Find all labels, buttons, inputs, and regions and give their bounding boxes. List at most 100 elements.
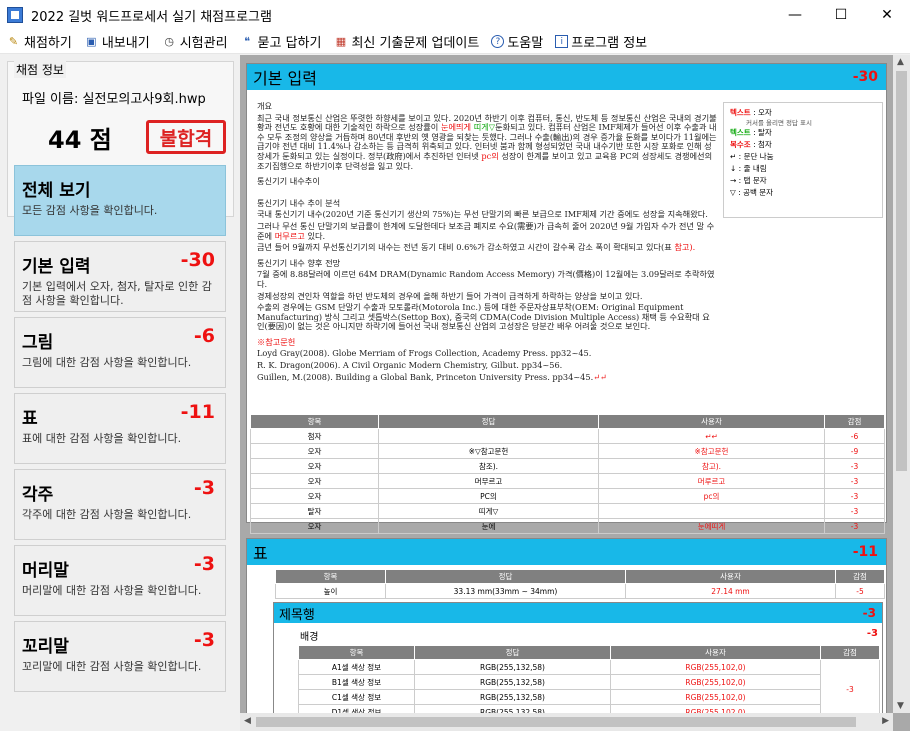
- category-title: 각주: [22, 485, 54, 505]
- window-title: 2022 길벗 워드프로세서 실기 채점프로그램: [31, 9, 272, 25]
- menu-exam-manage[interactable]: ◷ 시험관리: [156, 30, 234, 54]
- table-row: A1셀 색상 정보 RGB(255,132,58) RGB(255,102,0) -3: [298, 659, 880, 720]
- doc-paragraph: Loyd Gray(2008). Globe Merriam of Frogs …: [257, 348, 592, 359]
- doc-paragraph: 경제성장의 견인차 역할을 하던 반도체의 경우에 올해 하반기 들어 가격이 …: [257, 290, 643, 301]
- category-desc: 각주에 대한 감점 사항을 확인합니다.: [22, 508, 192, 521]
- vertical-scrollbar[interactable]: ▲ ▼: [893, 55, 910, 713]
- card-score: -30: [852, 69, 878, 85]
- table-header: 감점: [820, 645, 880, 660]
- section-score: -3: [866, 628, 878, 639]
- menu-help[interactable]: ? 도움말: [485, 30, 549, 54]
- table-row: 탈자 띠게▽ -3: [250, 503, 885, 519]
- omission-mark[interactable]: 띠게▽: [474, 122, 495, 132]
- legend-paragraph: ↵ : 문단 나눔: [730, 152, 774, 161]
- category-score: -3: [193, 629, 215, 651]
- table-row: 첨자 ↵↵ -6: [250, 428, 885, 444]
- doc-paragraph: 통신기기 내수 향후 전망: [257, 257, 341, 268]
- menu-label: 프로그램 정보: [571, 36, 648, 51]
- menu-qna[interactable]: ❝ 묻고 답하기: [234, 30, 328, 54]
- menu-label: 채점하기: [24, 36, 72, 51]
- doc-paragraph: 국내 통신기기 내수(2020년 기준 통신기기 생산의 75%)는 무선 단말…: [257, 209, 708, 220]
- title-row-subcard: 제목행 -3 배경 -3 항목 정답 사용자 감점 A1셀 색상 정보 RGB(2…: [273, 602, 883, 731]
- category-desc: 머리말에 대한 감점 사항을 확인합니다.: [22, 584, 202, 597]
- table-header-row: 항목 정답 사용자 감점: [275, 569, 885, 584]
- subcard-score: -3: [862, 606, 876, 620]
- category-desc: 그림에 대한 감점 사항을 확인합니다.: [22, 356, 192, 369]
- gift-icon: ▦: [335, 35, 347, 48]
- table-header: 정답: [378, 414, 599, 429]
- menu-grade[interactable]: ✎ 채점하기: [0, 30, 78, 54]
- menu-about[interactable]: i 프로그램 정보: [549, 30, 653, 54]
- info-icon: i: [555, 35, 569, 48]
- category-basic-input[interactable]: 기본 입력 -30 기본 입력에서 오자, 첨자, 탈자로 인한 감점 사항을 …: [14, 241, 226, 312]
- menu-label: 최신 기출문제 업데이트: [351, 36, 480, 51]
- doc-paragraph[interactable]: ※참고문헌: [257, 337, 717, 348]
- category-title: 머리말: [22, 561, 69, 581]
- save-icon: ▣: [86, 35, 97, 48]
- scroll-down-icon[interactable]: ▼: [897, 701, 904, 711]
- scroll-up-icon[interactable]: ▲: [897, 57, 904, 67]
- close-icon[interactable]: ✕: [864, 0, 910, 30]
- doc-paragraph: 통신기기 내수추이: [257, 176, 320, 187]
- category-footnote[interactable]: 각주 -3 각주에 대한 감점 사항을 확인합니다.: [14, 469, 226, 540]
- table-header: 사용자: [610, 645, 821, 660]
- doc-paragraph: 금년 들어 9월까지 무선통신기기의 내수는 전년 동기 대비 0.6%가 감소…: [257, 242, 717, 253]
- title-bar: 2022 길벗 워드프로세서 실기 채점프로그램 — ☐ ✕: [0, 0, 910, 30]
- legend-box: 텍스트 : 오자 커서를 올리면 정답 표시 텍스트 : 탈자 복수조 : 첨자…: [723, 102, 883, 218]
- menu-label: 내보내기: [101, 36, 150, 51]
- category-table[interactable]: 표 -11 표에 대한 감점 사항을 확인합니다.: [14, 393, 226, 464]
- table-header: 사용자: [598, 414, 825, 429]
- table-row: 오자 PC의 pc의 -3: [250, 488, 885, 504]
- table-header: 항목: [298, 645, 415, 660]
- table-header: 감점: [824, 414, 885, 429]
- scroll-left-icon[interactable]: ◀: [244, 716, 251, 726]
- left-panel: 채점 정보 파일 이름: 실전모의고사9회.hwp 44 점 불합격 전체 보기…: [0, 55, 234, 731]
- legend-space: ▽ : 공백 문자: [730, 188, 774, 197]
- menu-update[interactable]: ▦ 최신 기출문제 업데이트: [327, 30, 485, 54]
- table-row: 오자 ※▽참고문헌 ※참고문헌 -9: [250, 443, 885, 459]
- typo-mark[interactable]: pc의: [481, 151, 498, 161]
- table-header: 항목: [250, 414, 379, 429]
- table-header: 정답: [414, 645, 611, 660]
- minimize-icon[interactable]: —: [772, 0, 818, 30]
- legend-tab: → : 탭 문자: [730, 176, 767, 185]
- subcard-title: 제목행: [279, 607, 315, 623]
- category-title: 기본 입력: [22, 257, 91, 277]
- category-score: -3: [193, 553, 215, 575]
- category-footer[interactable]: 꼬리말 -3 꼬리말에 대한 감점 사항을 확인합니다.: [14, 621, 226, 692]
- doc-text: 금년 들어 9월까지 무선통신기기의 내수는 전년 동기 대비 0.6%가 감소…: [257, 242, 672, 253]
- doc-paragraph: R. K. Dragon(2006). A Civil Organic Mode…: [257, 360, 563, 371]
- legend-linebreak: ↓ : 줄 내림: [730, 164, 767, 173]
- results-area[interactable]: 기본 입력 -30 개요 최근 국내 정보통신 산업은 뚜렷한 하향세를 보이고…: [240, 55, 910, 731]
- category-desc: 꼬리말에 대한 감점 사항을 확인합니다.: [22, 660, 202, 673]
- horizontal-scroll-thumb[interactable]: [256, 717, 856, 727]
- card-title: 기본 입력: [253, 69, 317, 88]
- card-score: -11: [852, 544, 878, 560]
- typo-mark[interactable]: ↵↵: [593, 372, 607, 382]
- category-title: 표: [22, 409, 38, 429]
- category-score: -11: [180, 401, 215, 423]
- doc-paragraph: 개요: [257, 102, 273, 111]
- typo-mark[interactable]: 참고).: [674, 242, 695, 252]
- menu-export[interactable]: ▣ 내보내기: [78, 30, 156, 54]
- table-header-row: 항목 정답 사용자 감점: [250, 414, 885, 429]
- section-title: 배경: [300, 632, 319, 643]
- scroll-right-icon[interactable]: ▶: [882, 716, 889, 726]
- horizontal-scrollbar[interactable]: ◀ ▶: [240, 713, 893, 731]
- table-row: 오자 머무르고 머루르고 -3: [250, 473, 885, 489]
- table-header: 사용자: [625, 569, 836, 584]
- doc-paragraph: 수출의 경우에는 GSM 단말기 수출과 모토롤라(Motorola Inc.)…: [257, 302, 710, 332]
- typo-mark[interactable]: 머무르고: [275, 231, 305, 241]
- table-row: 오자 참조). 참고). -3: [250, 458, 885, 474]
- app-icon: [7, 7, 23, 23]
- category-image[interactable]: 그림 -6 그림에 대한 감점 사항을 확인합니다.: [14, 317, 226, 388]
- category-header[interactable]: 머리말 -3 머리말에 대한 감점 사항을 확인합니다.: [14, 545, 226, 616]
- category-all[interactable]: 전체 보기 모든 감점 사항을 확인합니다.: [14, 165, 226, 236]
- typo-mark[interactable]: 눈에띄게: [441, 122, 471, 132]
- category-score: -3: [193, 477, 215, 499]
- table-row: C1셀 색상 정보 RGB(255,132,58) RGB(255,102,0): [298, 689, 880, 705]
- doc-paragraph: 최근 국내 정보통신 산업은 뚜렷한 하향세를 보이고 있다. 2020년 하반…: [257, 113, 717, 172]
- maximize-icon[interactable]: ☐: [818, 0, 864, 30]
- legend-typo: 텍스트 : 오자: [730, 108, 772, 117]
- vertical-scroll-thumb[interactable]: [896, 71, 907, 471]
